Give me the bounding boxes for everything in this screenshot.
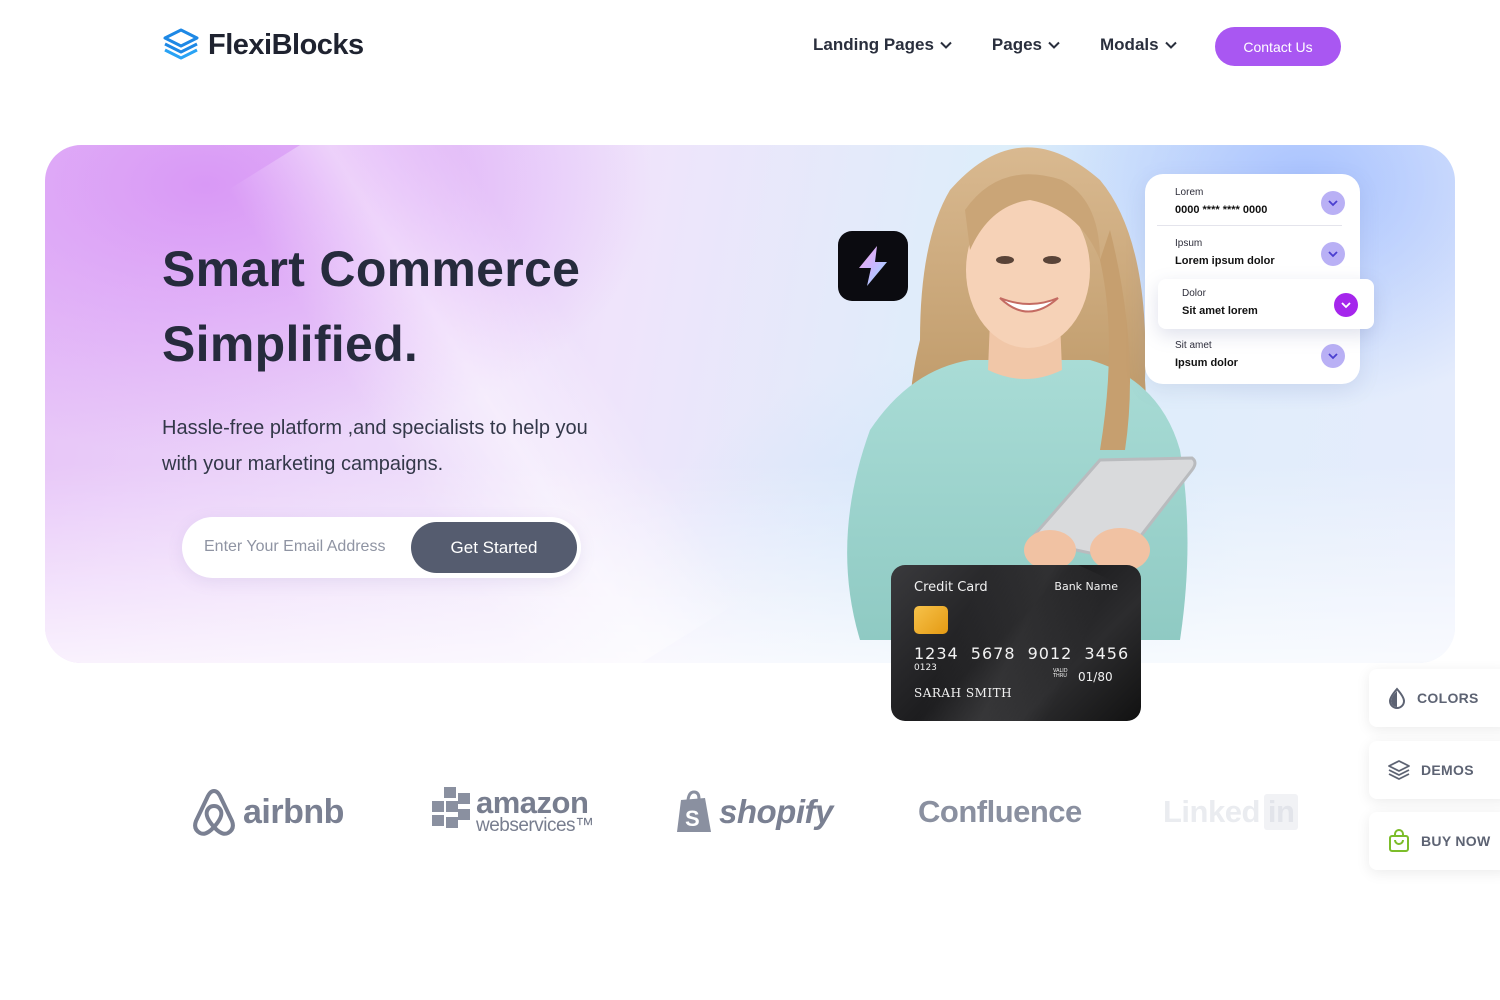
demos-button[interactable]: DEMOS bbox=[1369, 741, 1500, 799]
dropdown-row-label: Sit amet bbox=[1175, 340, 1212, 351]
hero-subtitle: Hassle-free platform ,and specialists to… bbox=[162, 417, 588, 475]
shopify-wordmark: shopify bbox=[719, 793, 833, 830]
shopify-logo: S shopify bbox=[675, 786, 833, 838]
linkedin-in-box: in bbox=[1263, 794, 1299, 830]
dropdown-row[interactable]: Dolor Sit amet lorem bbox=[1182, 288, 1358, 332]
card-bank-name: Bank Name bbox=[1054, 580, 1118, 593]
buy-now-button[interactable]: BUY NOW bbox=[1369, 812, 1500, 870]
contact-us-button[interactable]: Contact Us bbox=[1215, 27, 1341, 66]
card-valid-label: VALID THRU bbox=[1053, 668, 1068, 679]
aws-cubes-icon bbox=[432, 787, 470, 828]
colors-button[interactable]: COLORS bbox=[1369, 669, 1500, 727]
nav-modals[interactable]: Modals bbox=[1100, 35, 1177, 55]
hero-title-line2: Simplified. bbox=[162, 316, 419, 372]
email-signup-form: Get Started bbox=[182, 517, 581, 578]
email-input[interactable] bbox=[204, 532, 400, 562]
card-holder-name: SARAH SMITH bbox=[914, 686, 1013, 700]
credit-card-graphic: Credit Card Bank Name 1234 5678 9012 345… bbox=[891, 565, 1141, 721]
chevron-down-icon bbox=[1164, 41, 1177, 49]
chevron-down-icon bbox=[1048, 41, 1060, 49]
card-title: Credit Card bbox=[914, 580, 988, 595]
buy-now-label: BUY NOW bbox=[1421, 833, 1491, 849]
card-small-number: 0123 bbox=[914, 663, 937, 673]
airbnb-logo: airbnb bbox=[191, 786, 344, 838]
main-menu: Landing Pages Pages Modals bbox=[813, 35, 1177, 55]
dropdown-row-label: Ipsum bbox=[1175, 238, 1203, 249]
shopping-bag-icon bbox=[1389, 829, 1409, 852]
airbnb-wordmark: airbnb bbox=[243, 792, 344, 831]
dropdown-row-value: 0000 **** **** 0000 bbox=[1175, 204, 1268, 216]
dropdown-row-value: Lorem ipsum dolor bbox=[1175, 255, 1275, 267]
droplet-icon bbox=[1388, 687, 1406, 709]
chevron-down-icon[interactable] bbox=[1321, 344, 1345, 368]
confluence-wordmark: Confluence bbox=[918, 794, 1082, 829]
layers-icon bbox=[1388, 760, 1410, 780]
chip-icon bbox=[914, 606, 948, 634]
lightning-app-tile bbox=[838, 231, 908, 301]
amazon-web-services-logo: amazon webservices™ bbox=[432, 786, 594, 838]
amazon-text: amazon bbox=[476, 785, 589, 820]
nav-pages[interactable]: Pages bbox=[992, 35, 1060, 55]
chevron-down-icon[interactable] bbox=[1321, 242, 1345, 266]
card-number: 1234 5678 9012 3456 bbox=[914, 644, 1130, 663]
linkedin-wordmark: Linked in bbox=[1163, 794, 1299, 830]
demos-label: DEMOS bbox=[1421, 762, 1474, 778]
divider bbox=[1157, 225, 1342, 226]
stack-layers-icon bbox=[163, 28, 199, 60]
colors-label: COLORS bbox=[1417, 690, 1479, 706]
dropdown-row[interactable]: Ipsum Lorem ipsum dolor bbox=[1175, 238, 1345, 282]
nav-landing-pages-label: Landing Pages bbox=[813, 35, 934, 54]
svg-text:S: S bbox=[685, 806, 700, 831]
chevron-down-icon[interactable] bbox=[1321, 191, 1345, 215]
lightning-bolt-icon bbox=[859, 246, 887, 286]
dropdown-row-value: Sit amet lorem bbox=[1182, 305, 1258, 317]
airbnb-icon bbox=[193, 788, 235, 836]
card-expiry: 01/80 bbox=[1078, 670, 1113, 684]
webservices-text: webservices™ bbox=[476, 815, 594, 836]
brand-logo[interactable]: FlexiBlocks bbox=[162, 26, 364, 64]
dropdown-row-active[interactable]: Dolor Sit amet lorem bbox=[1158, 279, 1374, 329]
nav-modals-label: Modals bbox=[1100, 35, 1159, 54]
nav-pages-label: Pages bbox=[991, 35, 1043, 54]
brand-name: FlexiBlocks bbox=[208, 28, 364, 61]
chevron-down-icon bbox=[940, 41, 952, 49]
top-navbar: FlexiBlocks Landing Pages Pages Modals C… bbox=[0, 0, 1500, 92]
amazon-wordmark: amazon webservices™ bbox=[476, 785, 594, 836]
linkedin-logo: Linked in bbox=[1163, 786, 1299, 838]
confluence-logo: Confluence bbox=[918, 786, 1082, 838]
dropdown-row[interactable]: Sit amet Ipsum dolor bbox=[1175, 340, 1345, 384]
linkedin-text: Linked bbox=[1163, 794, 1260, 829]
shopify-bag-icon: S bbox=[677, 790, 711, 832]
dropdown-row-label: Dolor bbox=[1182, 288, 1206, 299]
dropdown-row-value: Ipsum dolor bbox=[1175, 357, 1238, 369]
get-started-button[interactable]: Get Started bbox=[411, 522, 577, 573]
chevron-down-icon[interactable] bbox=[1334, 293, 1358, 317]
hero-title-line1: Smart Commerce bbox=[162, 241, 581, 297]
nav-landing-pages[interactable]: Landing Pages bbox=[813, 35, 952, 55]
hero-title: Smart Commerce Simplified. bbox=[162, 232, 580, 382]
dropdown-row-label: Lorem bbox=[1175, 187, 1204, 198]
